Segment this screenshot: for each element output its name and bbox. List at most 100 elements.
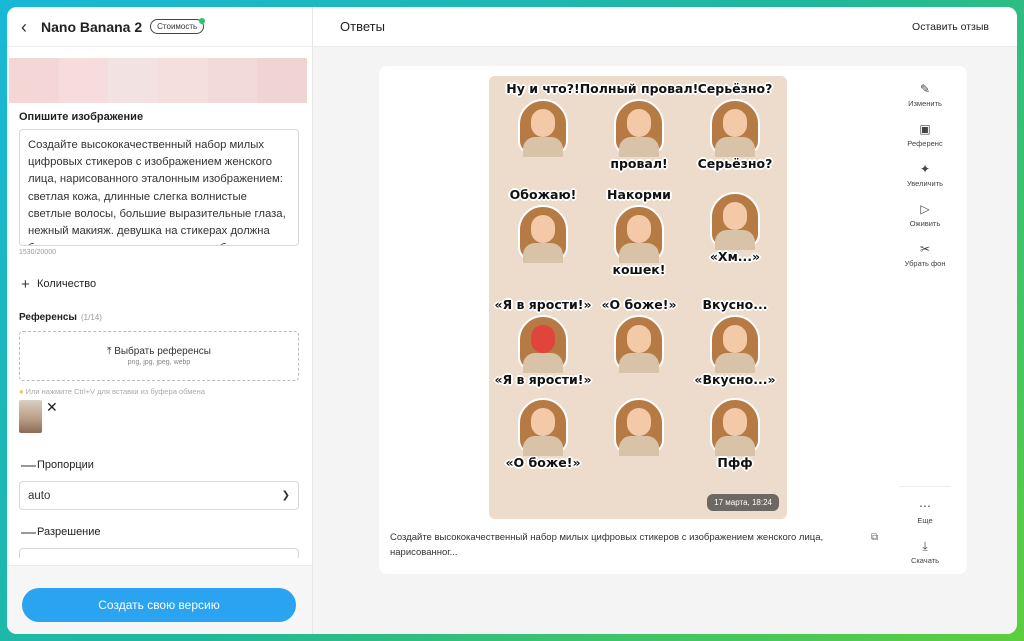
prompt-text: Создайте высококачественный набор милых … xyxy=(28,139,286,245)
character-body xyxy=(715,353,755,374)
proportions-select[interactable]: auto ❯ xyxy=(19,481,299,510)
proportions-label: Пропорции xyxy=(37,459,94,471)
results-title: Ответы xyxy=(340,19,385,34)
character-body xyxy=(619,436,659,456)
resolution-toggle[interactable]: — Разрешение xyxy=(7,522,312,542)
cost-badge[interactable]: Стоимость xyxy=(150,18,206,34)
preview-swatch xyxy=(257,58,308,103)
action-more-button[interactable]: ⋯ Еще xyxy=(899,499,951,525)
upload-formats: png, jpg, jpeg, webp xyxy=(127,359,191,366)
app-window: ‹ Nano Banana 2 Стоимость Опишите изобра… xyxy=(7,7,1017,634)
image-icon: ▣ xyxy=(919,122,931,136)
action-image-button[interactable]: ▣ Референс xyxy=(899,122,951,148)
action-scissors-button[interactable]: ✂ Убрать фон xyxy=(899,242,951,268)
minus-icon: — xyxy=(21,456,36,474)
character-face xyxy=(627,325,651,354)
results-panel: Ответы Оставить отзыв Пфф «О боже!» Вкусно… xyxy=(313,7,1017,634)
sticker: Пфф xyxy=(693,394,777,469)
sticker xyxy=(597,394,681,456)
sticker-caption-bottom: Серьёзно? xyxy=(697,156,773,172)
sticker-character xyxy=(706,396,764,456)
references-count: (1/14) xyxy=(80,313,102,322)
quantity-label: Количество xyxy=(37,278,97,290)
action-label: Скачать xyxy=(910,556,940,565)
sticker-caption-bottom: «Я в ярости!» xyxy=(494,372,592,388)
sticker-caption-top: Полный провал! xyxy=(579,81,699,96)
remove-reference-icon[interactable]: ✕ xyxy=(46,400,58,414)
preview-swatch xyxy=(58,58,109,103)
plus-icon: + xyxy=(21,275,30,293)
sticker: Вкусно... «Вкусно...» xyxy=(693,298,777,386)
sticker-caption-bottom: «Хм...» xyxy=(709,249,761,264)
sparkle-icon: ✦ xyxy=(919,162,931,176)
sticker-caption-bottom: Пфф xyxy=(717,455,753,470)
create-version-button[interactable]: Создать свою версию xyxy=(22,588,296,622)
character-body xyxy=(523,243,563,264)
upload-arrow-icon: ⤒ xyxy=(106,346,112,357)
character-body xyxy=(523,137,563,158)
sticker-caption-bottom: провал! xyxy=(610,156,668,172)
prompt-textarea[interactable]: Создайте высококачественный набор милых … xyxy=(19,129,299,246)
proportions-toggle[interactable]: — Пропорции xyxy=(7,455,312,475)
result-card: Пфф «О боже!» Вкусно... «Вкусно...» «О боже!… xyxy=(379,66,967,574)
copy-icon[interactable]: ⧉ xyxy=(871,532,878,543)
sticker-character xyxy=(514,396,572,456)
results-header: Ответы Оставить отзыв xyxy=(313,7,1017,47)
status-dot-icon xyxy=(199,18,206,24)
character-body xyxy=(619,353,659,374)
character-face xyxy=(723,202,747,230)
character-body xyxy=(619,137,659,158)
play-icon: ▷ xyxy=(920,202,930,216)
sticker: Обожаю! xyxy=(501,187,585,264)
sticker-character xyxy=(610,396,668,456)
quantity-toggle[interactable]: + Количество xyxy=(7,274,312,294)
sticker-character xyxy=(514,203,572,264)
character-body xyxy=(715,436,755,456)
character-face xyxy=(627,215,651,244)
character-face xyxy=(531,109,555,138)
lightbulb-icon: ● xyxy=(19,387,24,396)
upload-button[interactable]: ⤒ Выбрать референсы xyxy=(107,346,211,357)
sticker: «О боже!» xyxy=(501,394,585,469)
reference-thumbnail[interactable] xyxy=(19,400,42,433)
character-face xyxy=(627,109,651,138)
preview-swatch xyxy=(9,58,59,103)
feedback-link[interactable]: Оставить отзыв xyxy=(912,21,989,33)
minus-icon: — xyxy=(21,523,36,541)
upload-label: Выбрать референсы xyxy=(114,346,211,357)
preview-swatch xyxy=(207,58,258,103)
proportions-value: auto xyxy=(28,489,51,502)
timestamp-badge: 17 марта, 18:24 xyxy=(707,494,779,511)
paste-hint-text: Или нажмите Ctrl+V для вставки из буфера… xyxy=(25,387,205,396)
upload-references-dropzone[interactable]: ⤒ Выбрать референсы png, jpg, jpeg, webp xyxy=(19,331,299,381)
character-face xyxy=(531,408,555,436)
character-body xyxy=(715,137,755,158)
character-face xyxy=(723,408,747,436)
generated-image[interactable]: Пфф «О боже!» Вкусно... «Вкусно...» «О боже!… xyxy=(489,76,787,519)
sticker: Ну и что?! xyxy=(501,81,585,158)
action-label: Референс xyxy=(907,139,943,148)
image-actions-secondary: ⋯ Еще ⤓ Скачать xyxy=(899,486,951,579)
character-body xyxy=(715,230,755,250)
sticker-caption-top: Обожаю! xyxy=(509,187,577,202)
character-face xyxy=(627,408,651,436)
sticker-caption-top: Накорми xyxy=(607,187,671,202)
action-label: Убрать фон xyxy=(904,259,946,268)
action-sparkle-button[interactable]: ✦ Увеличить xyxy=(899,162,951,188)
sticker: Серьёзно? Серьёзно? xyxy=(693,82,777,170)
more-icon: ⋯ xyxy=(919,499,931,513)
action-download-button[interactable]: ⤓ Скачать xyxy=(899,539,951,565)
resolution-select[interactable] xyxy=(19,548,299,558)
action-play-button[interactable]: ▷ Оживить xyxy=(899,202,951,228)
character-face xyxy=(723,325,747,354)
action-label: Оживить xyxy=(909,219,941,228)
scissors-icon: ✂ xyxy=(919,242,931,256)
char-counter: 1530/20000 xyxy=(19,249,56,256)
sticker-caption-top: Ну и что?! xyxy=(506,81,580,96)
action-pencil-button[interactable]: ✎ Изменить xyxy=(899,82,951,108)
chevron-down-icon: ❯ xyxy=(281,490,290,501)
describe-label: Опишите изображение xyxy=(19,111,144,123)
panel-header: ‹ Nano Banana 2 Стоимость xyxy=(7,7,312,47)
sticker-character xyxy=(610,313,668,374)
chevron-left-icon[interactable]: ‹ xyxy=(21,18,33,36)
